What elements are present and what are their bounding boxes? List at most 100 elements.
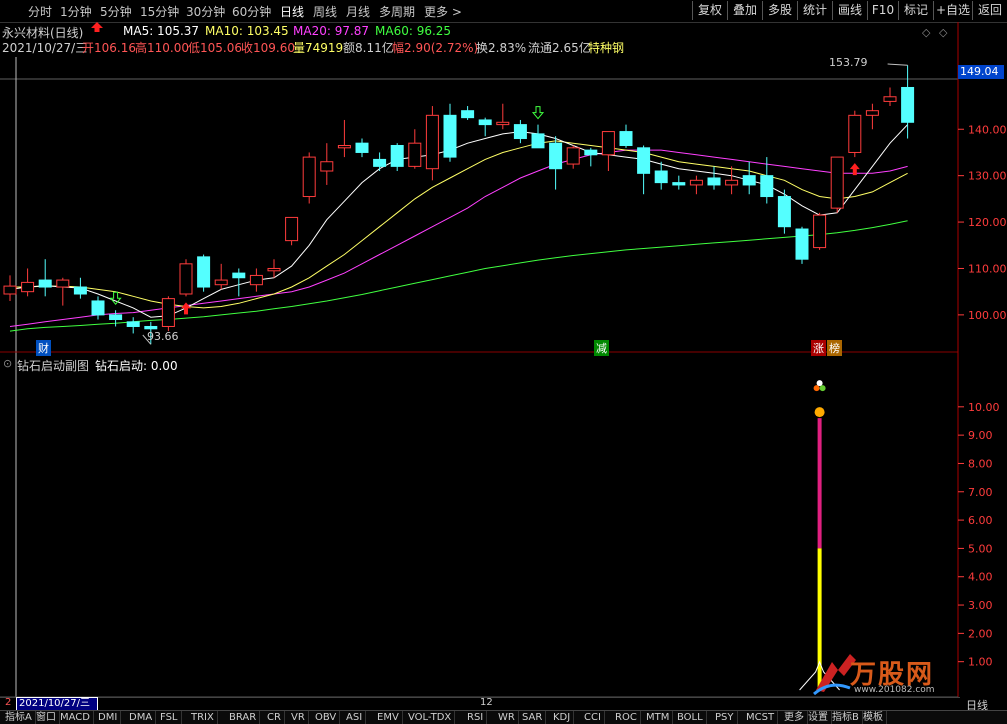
indicator-tab-19[interactable]: ROC <box>612 711 641 724</box>
candle-body-38 <box>672 182 686 186</box>
candle-body-51 <box>901 86 915 123</box>
candle-body-40 <box>707 177 721 186</box>
indicator-tab-26[interactable]: 指标B <box>829 711 863 724</box>
candle-body-31 <box>549 142 563 170</box>
indicator-tab-20[interactable]: MTM <box>643 711 674 724</box>
candle-body-21 <box>373 158 387 167</box>
diamond-cluster-icon-a <box>813 385 820 392</box>
candle-body-49 <box>865 110 879 116</box>
indicator-tab-14[interactable]: RSI <box>464 711 488 724</box>
indicator-tab-17[interactable]: KDJ <box>550 711 575 724</box>
candle-body-6 <box>109 314 123 321</box>
sub-tick-label-6: 7.00 <box>968 486 993 499</box>
event-bang[interactable]: 榜 <box>827 340 842 356</box>
indicator-tab-0[interactable]: 指标A <box>2 711 36 724</box>
candle-body-30 <box>531 133 545 149</box>
candle-body-24 <box>425 114 439 170</box>
indicator-tab-11[interactable]: ASI <box>343 711 367 724</box>
indicator-tab-27[interactable]: 模板 <box>860 711 887 724</box>
candle-body-13 <box>232 272 246 279</box>
ma5-line <box>9 124 908 318</box>
candle-body-42 <box>742 175 756 186</box>
indicator-tab-25[interactable]: 设置 <box>805 711 832 724</box>
candle-body-39 <box>689 179 703 186</box>
candle-body-22 <box>390 144 404 167</box>
buy-arrow-icon-0 <box>181 302 191 315</box>
candle-body-45 <box>795 228 809 260</box>
candle-body-23 <box>408 142 422 167</box>
candle-body-7 <box>126 321 140 327</box>
indicator-tab-4[interactable]: DMA <box>126 711 157 724</box>
sub-tick-label-2: 3.00 <box>968 599 993 612</box>
candle-body-47 <box>830 156 844 209</box>
candle-body-8 <box>144 325 158 330</box>
indicator-tab-22[interactable]: PSY <box>712 711 738 724</box>
event-cai[interactable]: 财 <box>36 340 51 356</box>
sub-tick-label-3: 4.00 <box>968 571 993 584</box>
candle-body-34 <box>601 131 615 156</box>
current-price-box: 149.04 <box>958 65 1004 79</box>
candle-body-33 <box>584 149 598 156</box>
indicator-tab-7[interactable]: BRAR <box>226 711 261 724</box>
candle-body-10 <box>179 263 193 295</box>
sub-tick-label-0: 1.00 <box>968 656 993 669</box>
candle-body-44 <box>777 196 791 228</box>
price-tick-label-4: 140.00 <box>968 123 1007 136</box>
candle-body-27 <box>478 119 492 126</box>
indicator-tab-21[interactable]: BOLL <box>674 711 707 724</box>
watermark-logo: 万股网 www.201082.com <box>810 650 960 697</box>
candle-body-15 <box>267 267 281 272</box>
date-box: 2021/10/27/三 <box>16 697 98 711</box>
sell-arrow-icon-1 <box>531 106 545 120</box>
indicator-tab-5[interactable]: FSL <box>157 711 182 724</box>
candle-body-9 <box>161 298 175 327</box>
sub-tick-label-8: 9.00 <box>968 429 993 442</box>
candle-body-43 <box>760 175 774 198</box>
candle-body-28 <box>496 121 510 126</box>
price-tick-label-0: 100.00 <box>968 309 1007 322</box>
indicator-tab-3[interactable]: DMI <box>95 711 122 724</box>
date-mark-mid: 12 <box>480 697 493 708</box>
low-mark-label: 93.66 <box>147 330 179 343</box>
indicator-tab-8[interactable]: CR <box>264 711 285 724</box>
indicator-tab-2[interactable]: MACD <box>57 711 94 724</box>
indicator-tab-1[interactable]: 窗口 <box>33 711 60 724</box>
candle-body-0 <box>3 285 17 295</box>
candle-body-3 <box>56 279 70 288</box>
sub-tick-label-1: 2.00 <box>968 627 993 640</box>
indicator-tab-23[interactable]: MCST <box>743 711 779 724</box>
indicator-tab-16[interactable]: SAR <box>519 711 547 724</box>
candle-body-4 <box>73 286 87 295</box>
candle-body-20 <box>355 142 369 153</box>
candle-body-29 <box>513 124 527 140</box>
high-mark-label: 153.79 <box>829 56 868 69</box>
diamond-cluster-icon-b <box>819 385 826 392</box>
indicator-tab-24[interactable]: 更多 <box>781 711 808 724</box>
candle-body-50 <box>883 96 897 102</box>
indicator-tab-10[interactable]: OBV <box>312 711 341 724</box>
indicator-tab-18[interactable]: CCI <box>581 711 605 724</box>
candle-body-5 <box>91 300 105 316</box>
sub-collapse-icon[interactable]: ⊙ <box>3 357 12 370</box>
indicator-tab-6[interactable]: TRIX <box>188 711 218 724</box>
event-zhang[interactable]: 涨 <box>811 340 826 356</box>
price-tick-label-1: 110.00 <box>968 262 1007 275</box>
header-up-arrow-icon <box>91 22 103 32</box>
candle-body-41 <box>725 179 739 186</box>
indicator-tab-15[interactable]: WR <box>495 711 519 724</box>
ma10-line <box>10 140 908 309</box>
candle-body-25 <box>443 114 457 158</box>
diamond-cluster-icon-c <box>816 380 823 387</box>
watermark-url: www.201082.com <box>854 685 935 695</box>
sub-tick-label-5: 6.00 <box>968 514 993 527</box>
price-tick-label-3: 130.00 <box>968 170 1007 183</box>
indicator-tab-13[interactable]: VOL-TDX <box>405 711 456 724</box>
signal-bar-top <box>817 418 822 549</box>
indicator-tab-12[interactable]: EMV <box>374 711 403 724</box>
sub-chart-value: 钻石启动: 0.00 <box>95 359 178 373</box>
event-jian[interactable]: 减 <box>594 340 609 356</box>
date-mark-left: 2 <box>5 697 12 708</box>
candle-body-18 <box>320 161 334 172</box>
indicator-tab-9[interactable]: VR <box>288 711 309 724</box>
candle-body-26 <box>461 110 475 119</box>
